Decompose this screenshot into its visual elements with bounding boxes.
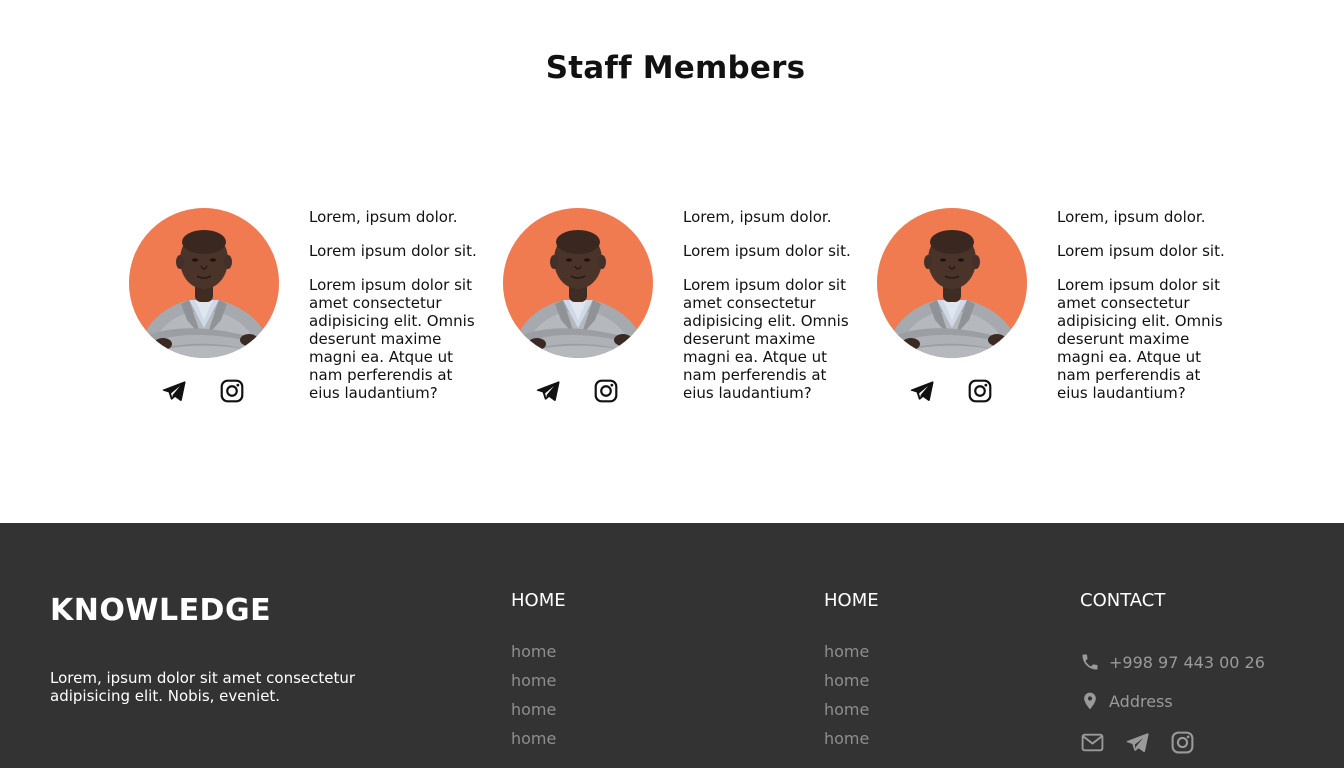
contact-phone-text: +998 97 443 00 26 bbox=[1109, 652, 1265, 672]
staff-info: Lorem, ipsum dolor. Lorem ipsum dolor si… bbox=[1057, 208, 1229, 402]
footer-link[interactable]: home bbox=[824, 670, 869, 699]
staff-role: Lorem ipsum dolor sit. bbox=[1057, 242, 1225, 260]
instagram-icon[interactable] bbox=[219, 378, 245, 404]
staff-info: Lorem, ipsum dolor. Lorem ipsum dolor si… bbox=[683, 208, 855, 402]
staff-card: Lorem, ipsum dolor. Lorem ipsum dolor si… bbox=[503, 208, 853, 408]
contact-address-text: Address bbox=[1109, 691, 1173, 711]
location-pin-icon bbox=[1080, 691, 1100, 711]
footer-link[interactable]: home bbox=[824, 641, 869, 670]
staff-photo bbox=[129, 208, 279, 358]
staff-role: Lorem ipsum dolor sit. bbox=[309, 242, 477, 260]
phone-icon bbox=[1080, 652, 1100, 672]
footer-link[interactable]: home bbox=[824, 699, 869, 728]
staff-card: Lorem, ipsum dolor. Lorem ipsum dolor si… bbox=[129, 208, 479, 408]
staff-name: Lorem, ipsum dolor. bbox=[309, 208, 458, 226]
staff-social-icons bbox=[503, 376, 653, 406]
footer-links: home home home home bbox=[511, 641, 556, 757]
staff-section: Staff Members Lorem, ipsum dolor. Lorem … bbox=[0, 0, 1344, 523]
staff-description: Lorem ipsum dolor sit amet consectetur a… bbox=[683, 276, 849, 402]
staff-role: Lorem ipsum dolor sit. bbox=[683, 242, 851, 260]
mail-icon[interactable] bbox=[1080, 730, 1105, 755]
footer-link[interactable]: home bbox=[511, 670, 556, 699]
contact-phone[interactable]: +998 97 443 00 26 bbox=[1080, 650, 1265, 674]
instagram-icon[interactable] bbox=[1170, 730, 1195, 755]
telegram-icon[interactable] bbox=[1125, 730, 1150, 755]
footer-links: home home home home bbox=[824, 641, 869, 757]
footer-description: Lorem, ipsum dolor sit amet consectetur … bbox=[50, 669, 356, 705]
telegram-icon[interactable] bbox=[535, 378, 561, 404]
section-title: Staff Members bbox=[545, 50, 806, 86]
staff-card: Lorem, ipsum dolor. Lorem ipsum dolor si… bbox=[877, 208, 1227, 408]
footer-link[interactable]: home bbox=[511, 699, 556, 728]
staff-name: Lorem, ipsum dolor. bbox=[1057, 208, 1206, 226]
footer-column-title: HOME bbox=[824, 590, 879, 611]
staff-description: Lorem ipsum dolor sit amet consectetur a… bbox=[309, 276, 475, 402]
footer-column-title: HOME bbox=[511, 590, 566, 611]
telegram-icon[interactable] bbox=[909, 378, 935, 404]
instagram-icon[interactable] bbox=[593, 378, 619, 404]
staff-photo bbox=[877, 208, 1027, 358]
telegram-icon[interactable] bbox=[161, 378, 187, 404]
instagram-icon[interactable] bbox=[967, 378, 993, 404]
staff-description: Lorem ipsum dolor sit amet consectetur a… bbox=[1057, 276, 1223, 402]
staff-photo bbox=[503, 208, 653, 358]
footer-brand[interactable]: KNOWLEDGE bbox=[50, 593, 271, 628]
staff-social-icons bbox=[877, 376, 1027, 406]
footer-link[interactable]: home bbox=[511, 728, 556, 757]
contact-title: CONTACT bbox=[1080, 590, 1166, 611]
contact-address[interactable]: Address bbox=[1080, 689, 1173, 713]
staff-social-icons bbox=[129, 376, 279, 406]
footer-link[interactable]: home bbox=[824, 728, 869, 757]
staff-info: Lorem, ipsum dolor. Lorem ipsum dolor si… bbox=[309, 208, 481, 402]
staff-name: Lorem, ipsum dolor. bbox=[683, 208, 832, 226]
footer-link[interactable]: home bbox=[511, 641, 556, 670]
